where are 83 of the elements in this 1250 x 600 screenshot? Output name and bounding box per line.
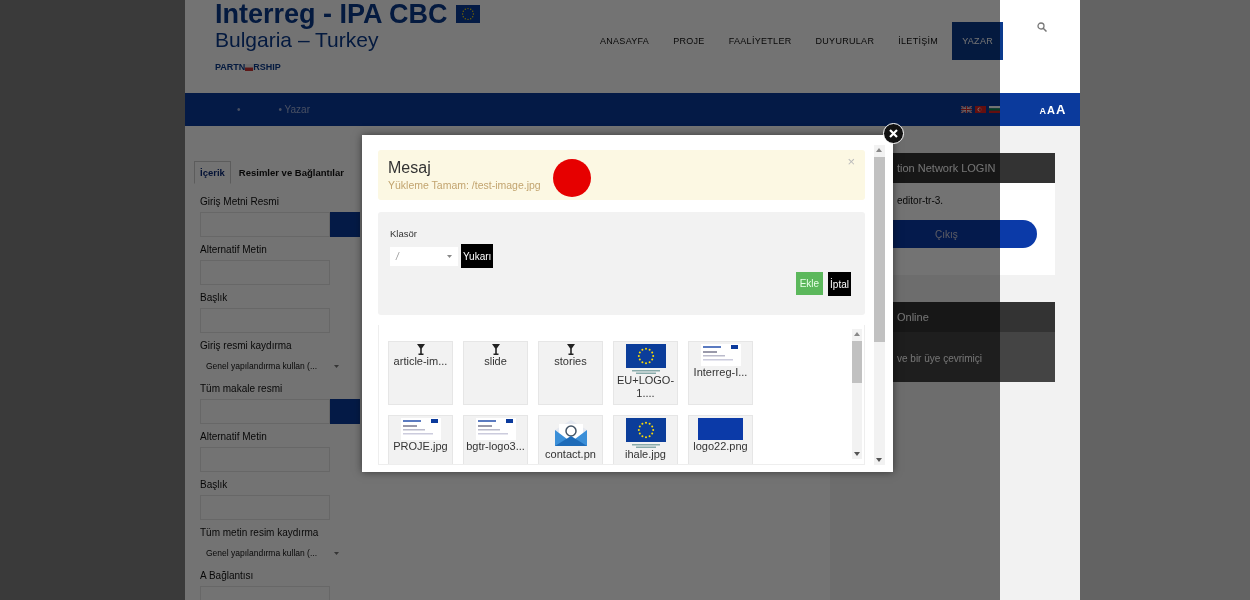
- tagline-text: PARTN: [215, 62, 246, 72]
- breadcrumb-item[interactable]: • Yazar: [278, 104, 310, 115]
- file-name: article-im...: [392, 355, 449, 368]
- file-name: bgtr-logo3...: [465, 440, 526, 453]
- flag-icon: [245, 63, 254, 71]
- field-label: Başlık: [200, 479, 228, 490]
- field-label: Giriş resmi kaydırma: [200, 340, 292, 351]
- font-size-button[interactable]: A: [1039, 106, 1047, 116]
- file-tile[interactable]: Interreg-I...: [688, 341, 753, 405]
- menu-item[interactable]: YAZAR: [952, 22, 1003, 60]
- input-field[interactable]: [200, 212, 330, 237]
- file-tile[interactable]: contact.pn: [538, 415, 603, 464]
- arrow-up-icon: [854, 332, 860, 336]
- flag-icon[interactable]: [961, 106, 972, 113]
- file-tile[interactable]: ihale.jpg: [613, 415, 678, 464]
- widget-title: Online: [897, 311, 929, 323]
- select-image-button[interactable]: [330, 399, 360, 424]
- file-name: contact.pn: [544, 448, 597, 461]
- caret-icon: [447, 254, 452, 258]
- file-name: EU+LOGO-1....: [615, 374, 676, 400]
- menu-item[interactable]: DUYURULAR: [805, 22, 885, 60]
- file-tile[interactable]: EU+LOGO-1....: [613, 341, 678, 405]
- field-label: A Bağlantısı: [200, 570, 254, 581]
- file-name: PROJE.jpg: [392, 440, 449, 453]
- logout-button[interactable]: Çıkış: [893, 220, 1037, 248]
- goblet-icon: [566, 344, 575, 355]
- arrow-up-icon: [876, 148, 882, 152]
- scrollbar-thumb[interactable]: [852, 341, 862, 383]
- file-tile[interactable]: article-im...: [388, 341, 453, 405]
- widget-title: tion Network LOGIN: [897, 162, 996, 174]
- menu-item[interactable]: ANASAYFA: [589, 22, 660, 60]
- message-text: Yükleme Tamam: /test-image.jpg: [388, 179, 541, 191]
- arrow-down-icon: [854, 452, 860, 456]
- file-name: slide: [483, 355, 508, 368]
- caret-icon: [334, 551, 339, 555]
- file-name: logo22.png: [692, 440, 749, 453]
- close-icon[interactable]: [883, 123, 904, 144]
- scrollbar-thumb[interactable]: [874, 157, 885, 342]
- file-name: stories: [553, 355, 588, 368]
- online-users-text: ve bir üye çevrimiçi: [897, 353, 983, 364]
- field-label: Başlık: [200, 292, 228, 303]
- menu-item[interactable]: İLETİŞİM: [888, 22, 949, 60]
- search-icon[interactable]: [1036, 22, 1047, 32]
- file-name: ihale.jpg: [624, 448, 667, 461]
- up-button[interactable]: Yukarı: [461, 244, 494, 268]
- goblet-icon: [491, 344, 500, 355]
- tagline-text: RSHIP: [253, 62, 281, 72]
- field-label: Klasör: [390, 228, 417, 239]
- insert-button[interactable]: Ekle: [795, 272, 824, 295]
- scrollbar[interactable]: [852, 329, 862, 459]
- tab[interactable]: İçerik: [194, 161, 231, 184]
- arrow-down-icon: [876, 458, 882, 462]
- input-field[interactable]: [200, 399, 330, 424]
- field-label: Tüm metin resim kaydırma: [200, 527, 319, 538]
- logo-subtitle: Bulgaria – Turkey: [215, 28, 380, 52]
- file-tile[interactable]: bgtr-logo3...: [463, 415, 528, 464]
- field-label: Alternatif Metin: [200, 244, 267, 255]
- file-tile[interactable]: logo22.png: [688, 415, 753, 464]
- username-text: editor-tr-3.: [897, 195, 944, 206]
- folder-dropdown[interactable]: /: [390, 246, 458, 266]
- file-tile[interactable]: PROJE.jpg: [388, 415, 453, 464]
- scrollbar[interactable]: [874, 145, 885, 465]
- file-name: Interreg-I...: [692, 366, 749, 379]
- marker-dot: [553, 159, 591, 197]
- field-label: Giriş Metni Resmi: [200, 196, 279, 207]
- flag-icon: [455, 5, 480, 23]
- logo-title: Interreg - IPA CBC: [215, 0, 448, 28]
- font-size-button[interactable]: A: [1047, 104, 1056, 116]
- select-image-button[interactable]: [330, 212, 360, 237]
- caret-icon: [334, 364, 339, 368]
- font-size-button[interactable]: A: [1056, 102, 1066, 117]
- cancel-button[interactable]: İptal: [828, 272, 851, 296]
- flag-icon[interactable]: [989, 106, 1000, 113]
- menu-item[interactable]: PROJE: [663, 22, 715, 60]
- tab[interactable]: Resimler ve Bağlantılar: [232, 161, 350, 184]
- flag-icon[interactable]: [975, 106, 986, 113]
- file-tile[interactable]: stories: [538, 341, 603, 405]
- field-label: Alternatif Metin: [200, 431, 267, 442]
- goblet-icon: [416, 344, 425, 355]
- message-title: Mesaj: [388, 159, 431, 177]
- file-tile[interactable]: slide: [463, 341, 528, 405]
- field-label: Tüm makale resmi: [200, 383, 283, 394]
- menu-item[interactable]: FAALİYETLER: [718, 22, 802, 60]
